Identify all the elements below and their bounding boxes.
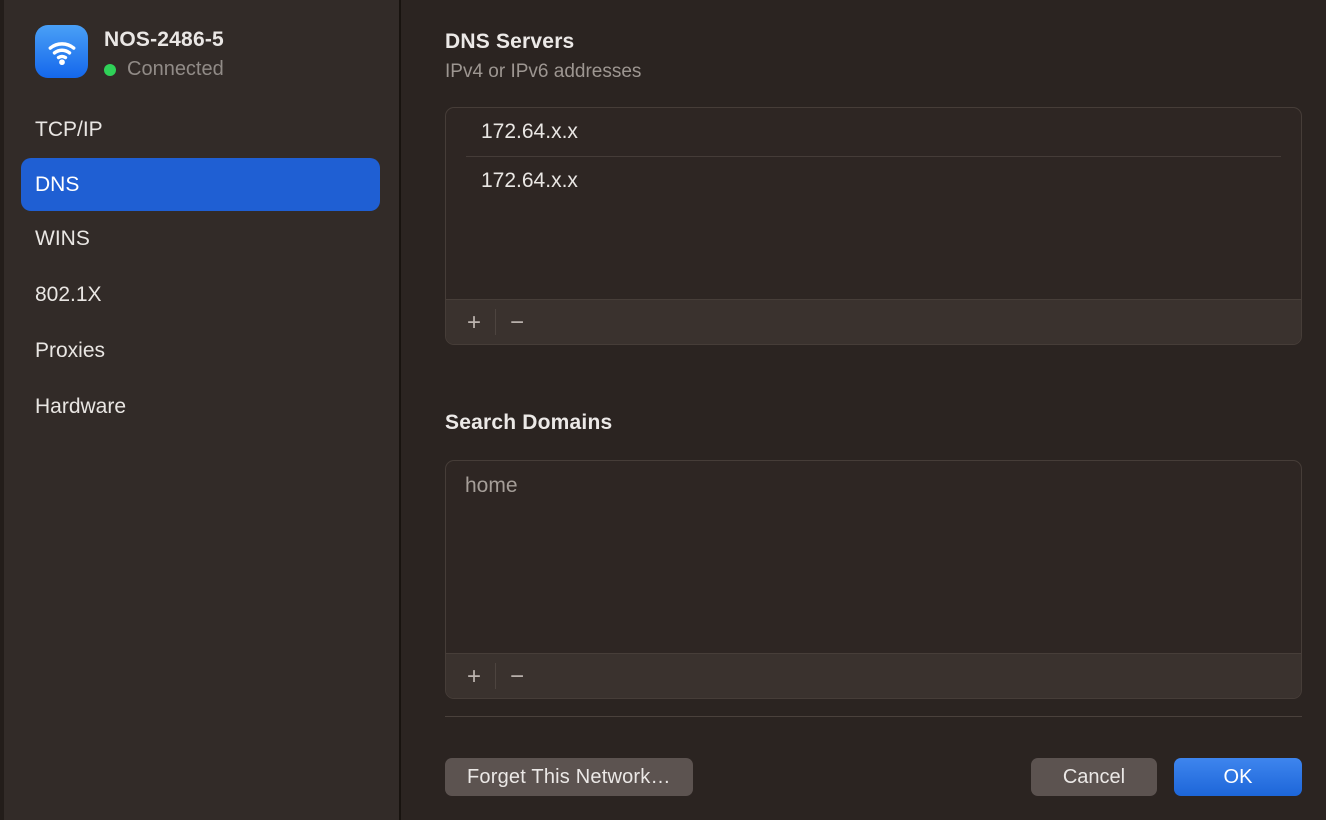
forget-network-button[interactable]: Forget This Network… [445,758,693,796]
sidebar-nav: TCP/IP DNS WINS 802.1X Proxies Hardware [0,102,399,435]
dialog-action-bar: Forget This Network… Cancel OK [403,717,1326,796]
sidebar-item-hardware[interactable]: Hardware [0,379,399,435]
search-domains-toolbar: + − [446,653,1301,698]
sidebar-item-proxies[interactable]: Proxies [0,323,399,379]
search-domains-list: home [446,461,1301,653]
sidebar-item-wins[interactable]: WINS [0,211,399,267]
dns-servers-title: DNS Servers [445,30,1302,54]
dns-servers-listbox: 172.64.x.x 172.64.x.x + − [445,107,1302,345]
search-domain-entry[interactable]: home [446,461,1301,498]
network-status: Connected [104,58,224,81]
dns-servers-toolbar: + − [446,299,1301,344]
toolbar-divider [495,663,496,689]
network-meta: NOS-2486-5 Connected [104,25,224,81]
status-dot [104,64,116,76]
dns-servers-subtitle: IPv4 or IPv6 addresses [445,61,1302,83]
sidebar-item-tcpip[interactable]: TCP/IP [0,102,399,158]
cancel-button[interactable]: Cancel [1031,758,1157,796]
dns-server-entry[interactable]: 172.64.x.x [446,157,1301,205]
sidebar-item-8021x[interactable]: 802.1X [0,267,399,323]
search-domains-title: Search Domains [445,411,1302,435]
plus-icon[interactable]: + [455,300,493,345]
wifi-icon [35,25,88,78]
status-label: Connected [127,58,224,81]
minus-icon[interactable]: − [498,654,536,699]
sidebar-item-dns[interactable]: DNS [21,158,380,211]
ok-button[interactable]: OK [1174,758,1302,796]
network-header: NOS-2486-5 Connected [0,0,399,81]
window-edge-strip [0,0,4,820]
minus-icon[interactable]: − [498,300,536,345]
plus-icon[interactable]: + [455,654,493,699]
network-name: NOS-2486-5 [104,28,224,52]
toolbar-divider [495,309,496,335]
dns-server-entry[interactable]: 172.64.x.x [446,108,1301,156]
dns-settings-panel: DNS Servers IPv4 or IPv6 addresses 172.6… [403,0,1326,820]
search-domains-listbox: home + − [445,460,1302,699]
sidebar: NOS-2486-5 Connected TCP/IP DNS WINS 802… [0,0,401,820]
dns-servers-list: 172.64.x.x 172.64.x.x [446,108,1301,299]
